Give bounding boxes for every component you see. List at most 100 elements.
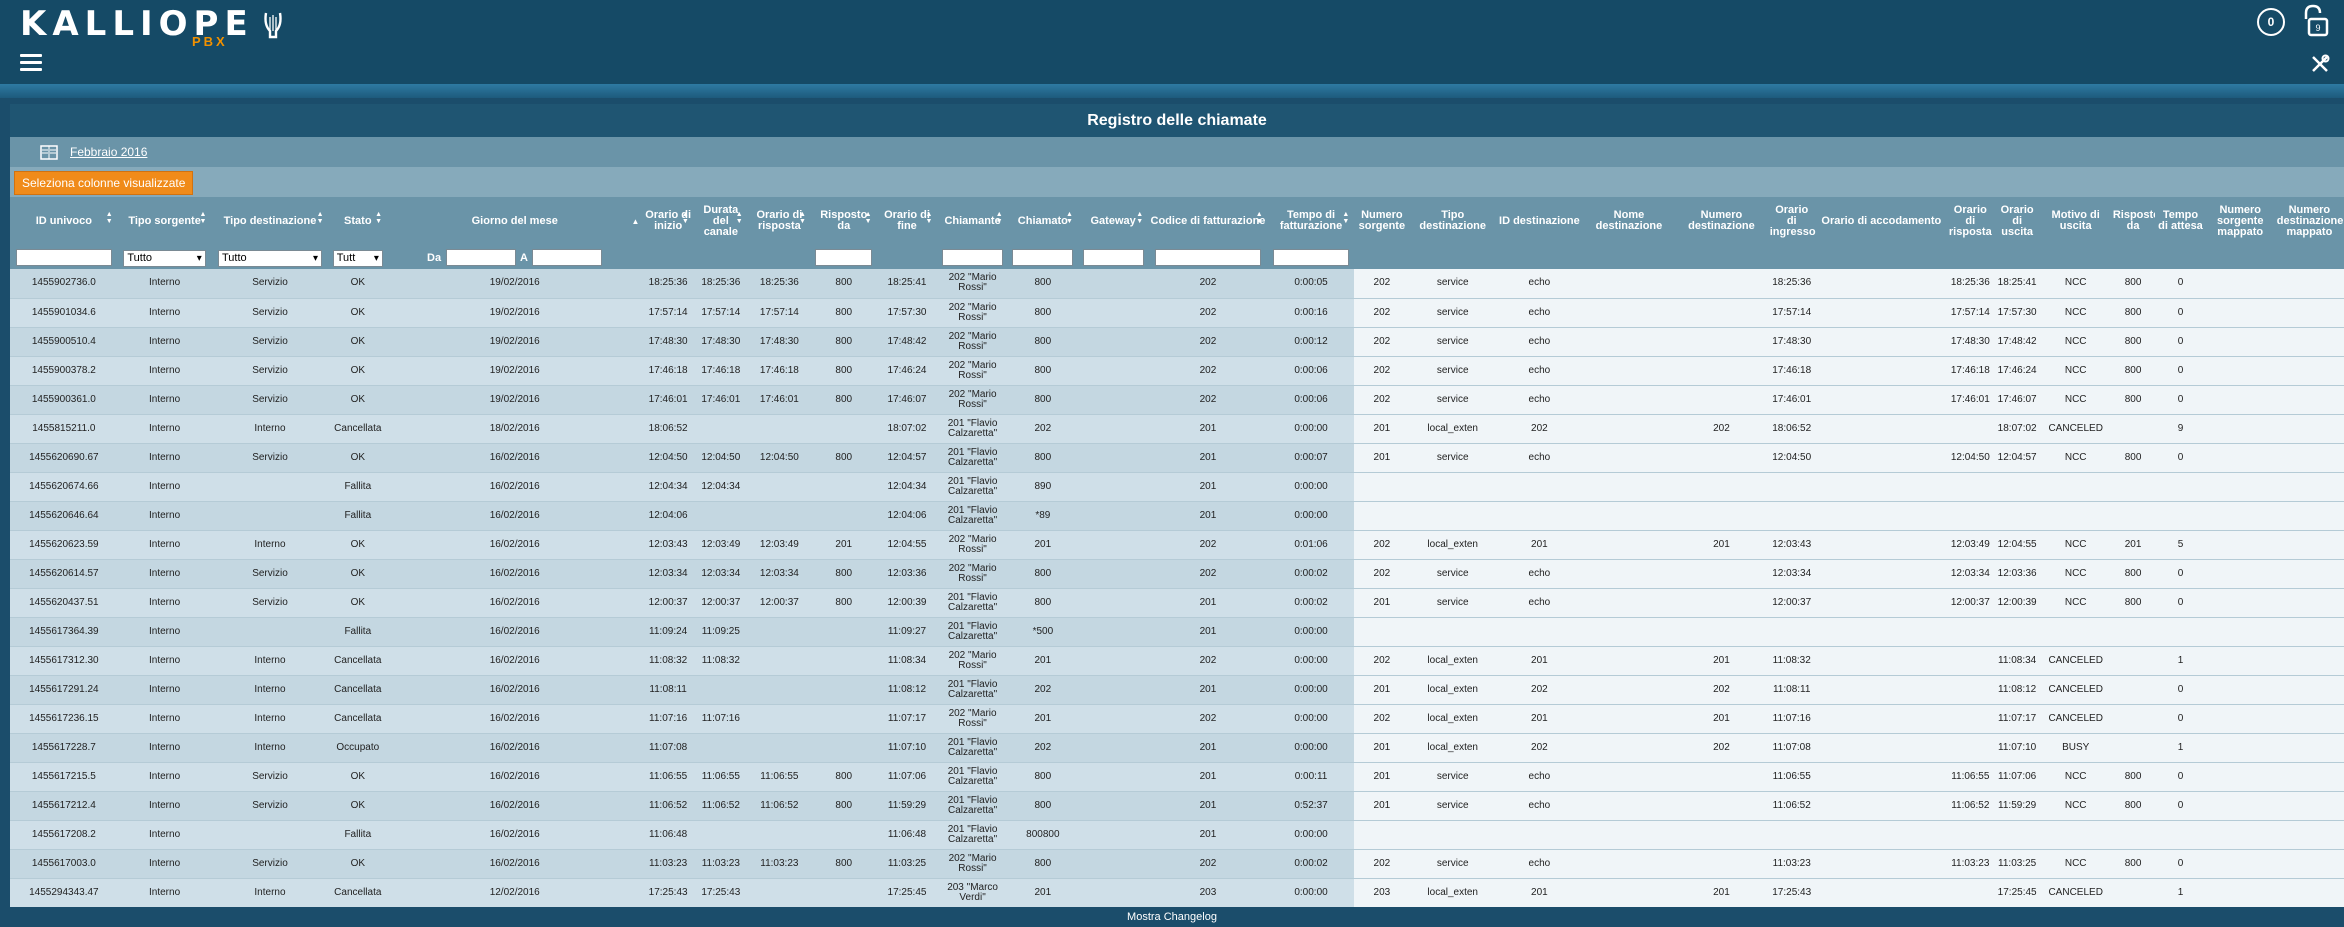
table-cell: Interno [117,356,212,386]
table-cell: 12:04:34 [642,472,694,502]
sort-icon[interactable]: ▲▼ [680,211,691,225]
sort-icon[interactable]: ▲▼ [1340,211,1351,225]
filter-tipo-destinazione-cell: Tutto [211,245,329,269]
column-header[interactable]: Chiamante ▲▼ [937,197,1008,245]
column-header[interactable]: Orario di inizio ▲▼ [642,197,694,245]
tipo-sorgente-select[interactable]: Tutto [123,249,206,267]
table-cell: 800 [2110,385,2156,415]
table-cell: 11:08:32 [642,646,694,676]
sort-icon[interactable]: ▲▼ [797,211,808,225]
table-cell: 201 "Flavio Calzaretta" [937,762,1008,792]
tools-icon[interactable] [2310,54,2330,74]
filter-codice-input[interactable] [1154,249,1262,267]
column-header[interactable]: Giorno del mese ▲ [387,197,643,245]
table-cell [1077,501,1149,531]
hamburger-menu-icon[interactable] [20,54,42,72]
sort-icon[interactable]: ▲▼ [734,211,745,225]
table-cell: 0:00:00 [1267,414,1355,444]
table-cell: 0:00:05 [1267,269,1355,299]
table-cell [810,820,877,850]
sort-icon[interactable]: ▲▼ [863,211,874,225]
table-cell [2155,617,2206,647]
sort-icon[interactable]: ▲▼ [197,211,208,225]
column-header[interactable]: Stato ▲▼ [328,197,388,245]
sort-asc-icon[interactable]: ▲ [631,216,639,227]
table-cell: 16/02/2016 [387,501,643,531]
sort-icon[interactable]: ▲▼ [1064,211,1075,225]
table-cell: 17:57:30 [1993,298,2041,328]
sort-icon[interactable]: ▲▼ [315,211,326,225]
filter-empty-cell [876,245,938,269]
sort-icon[interactable]: ▲▼ [104,211,115,225]
column-header-label: Tempo di attesa [2158,209,2203,232]
column-header[interactable]: Orario di fine ▲▼ [876,197,938,245]
table-cell [211,472,329,502]
sort-icon[interactable]: ▲▼ [994,211,1005,225]
notification-counter[interactable]: 0 [2257,8,2285,36]
changelog-link[interactable]: Mostra Changelog [0,907,2344,927]
sort-icon[interactable]: ▲▼ [373,211,384,225]
column-header[interactable]: Tipo destinazione ▲▼ [211,197,329,245]
table-row: 1455617215.5 Interno Servizio OK 16/02/2016 1… [10,762,2344,792]
filter-gateway-input[interactable] [1082,249,1144,267]
column-header[interactable]: ID univoco ▲▼ [10,197,118,245]
table-cell [2040,617,2111,647]
table-cell: 800 [1007,849,1078,879]
table-cell: 12:03:49 [693,530,748,560]
table-cell [747,414,811,444]
filter-tipo-sorgente-cell: Tutto [117,245,212,269]
table-cell [2274,327,2344,357]
month-link[interactable]: Febbraio 2016 [70,145,147,159]
table-cell [1815,530,1947,560]
table-row: 1455901034.6 Interno Servizio OK 19/02/2016 1… [10,298,2344,328]
column-header[interactable]: Chiamato ▲▼ [1007,197,1078,245]
table-cell: 800 [1007,385,1078,415]
table-cell: 201 [1148,675,1268,705]
filter-risposto-da-input[interactable] [815,249,873,267]
table-cell [2274,617,2344,647]
table-cell [2040,472,2111,502]
sort-icon[interactable]: ▲▼ [1134,211,1145,225]
column-header[interactable]: Durata del canale ▲▼ [693,197,748,245]
table-cell [1582,646,1676,676]
table-cell [1582,733,1676,763]
column-header[interactable]: Codice di fatturazione ▲▼ [1148,197,1268,245]
table-cell: 800 [810,849,877,879]
table-cell [1815,588,1947,618]
filter-id-input[interactable] [16,249,112,267]
filter-tempo-input[interactable] [1273,249,1350,267]
filter-row: Tutto Tutto Tutt Da A [10,245,2344,269]
column-header[interactable]: Risposto da ▲▼ [810,197,877,245]
column-header[interactable]: Gateway ▲▼ [1077,197,1149,245]
select-columns-button[interactable]: Seleziona colonne visualizzate [14,171,194,195]
table-row: 1455620623.59 Interno Interno OK 16/02/2016 1… [10,530,2344,560]
table-cell: 201 [2110,530,2156,560]
sort-icon[interactable]: ▲▼ [1254,211,1265,225]
filter-chiamato-input[interactable] [1012,249,1074,267]
table-cell: 202 [1496,733,1583,763]
table-cell [1815,559,1947,589]
column-header[interactable]: Orario di risposta ▲▼ [747,197,811,245]
column-header[interactable]: Tempo di fatturazione ▲▼ [1267,197,1355,245]
table-row: 1455900378.2 Interno Servizio OK 19/02/2016 1… [10,356,2344,386]
filter-chiamante-input[interactable] [942,249,1004,267]
lock-icon[interactable]: 9 [2300,4,2330,38]
table-cell: NCC [2040,298,2111,328]
table-cell [1496,472,1583,502]
table-row: 1455900510.4 Interno Servizio OK 19/02/2016 1… [10,327,2344,357]
stato-select[interactable]: Tutt [332,249,383,267]
table-cell: 12:04:55 [1993,530,2041,560]
date-from-input[interactable] [445,249,516,267]
table-cell: 201 [1675,704,1768,734]
sort-icon[interactable]: ▲▼ [923,211,934,225]
column-header: Orario di accodamento [1815,197,1947,245]
date-to-input[interactable] [532,249,603,267]
table-cell [2155,472,2206,502]
table-cell [2205,327,2275,357]
table-cell: 201 [810,530,877,560]
table-cell [2274,559,2344,589]
table-cell: 0 [2155,588,2206,618]
column-header[interactable]: Tipo sorgente ▲▼ [117,197,212,245]
tipo-destinazione-select[interactable]: Tutto [217,249,322,267]
table-cell: 1455617228.7 [10,733,118,763]
